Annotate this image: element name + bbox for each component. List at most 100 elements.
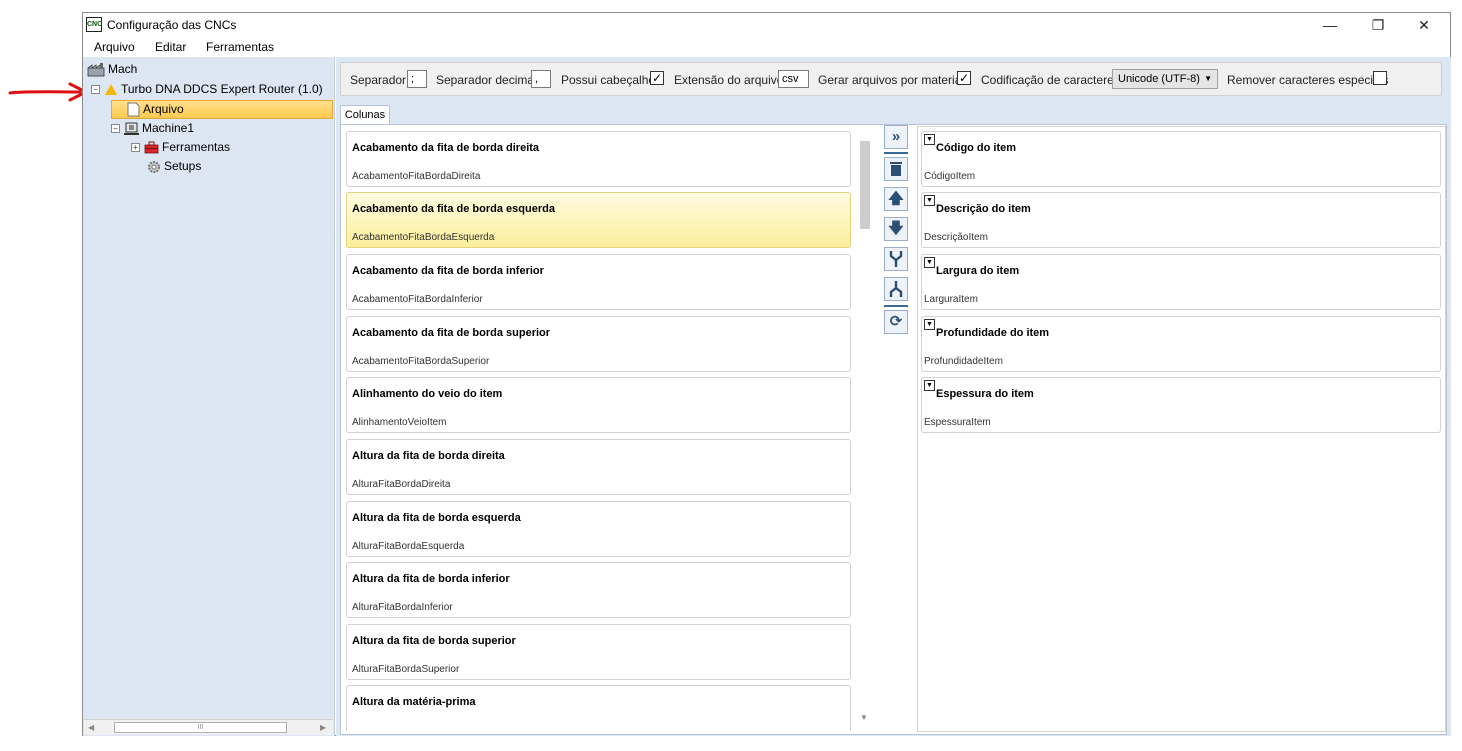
separador-input[interactable]: ; <box>407 70 427 88</box>
codificacao-select[interactable]: Unicode (UTF-8) ▼ <box>1112 69 1218 89</box>
list-item[interactable]: Acabamento da fita de borda esquerda Aca… <box>346 192 851 248</box>
vertical-scrollbar[interactable]: ▼ <box>857 131 873 727</box>
chevron-down-icon[interactable]: ▼ <box>924 195 935 206</box>
scroll-left-icon[interactable]: ◀ <box>88 723 94 732</box>
menu-editar[interactable]: Editar <box>155 40 186 54</box>
scroll-down-icon[interactable]: ▼ <box>860 713 868 722</box>
list-item[interactable]: Altura da fita de borda direita AlturaFi… <box>346 439 851 495</box>
delete-button[interactable] <box>884 157 908 181</box>
separador-decimal-input[interactable]: , <box>531 70 551 88</box>
chevron-down-icon[interactable]: ▼ <box>924 319 935 330</box>
column-title: Altura da fita de borda superior <box>352 635 516 647</box>
scroll-thumb[interactable] <box>860 141 870 229</box>
chevron-down-icon[interactable]: ▼ <box>924 380 935 391</box>
tree-label: Turbo DNA DDCS Expert Router (1.0) <box>121 82 323 96</box>
close-button[interactable]: ✕ <box>1401 13 1447 37</box>
extensao-input[interactable]: csv <box>778 70 809 88</box>
horizontal-scrollbar[interactable]: ◀ III ▶ <box>84 719 333 735</box>
column-field: ProfundidadeItem <box>924 356 1003 367</box>
settings-toolbar: Separador ; Separador decimal , Possui c… <box>340 62 1442 96</box>
tree-item-setups[interactable]: Setups <box>147 157 201 176</box>
split-button[interactable] <box>884 277 908 301</box>
move-up-button[interactable]: 🡅 <box>884 187 908 211</box>
column-field: AlturaFitaBordaInferior <box>352 602 453 613</box>
column-title: Largura do item <box>936 265 1020 277</box>
gear-icon <box>148 160 160 173</box>
column-actions: » 🡅 🡇 ⟳ <box>884 125 912 345</box>
column-field: AcabamentoFitaBordaDireita <box>352 171 481 182</box>
collapse-icon[interactable]: − <box>91 85 100 95</box>
window-title: Configuração das CNCs <box>107 18 237 32</box>
collapse-icon[interactable]: − <box>111 124 120 134</box>
column-field: AlturaFitaBordaEsquerda <box>352 541 465 552</box>
machine-icon <box>124 122 139 135</box>
list-item[interactable]: ▼ Espessura do item EspessuraItem <box>921 377 1441 433</box>
column-field: AlturaFitaBordaDireita <box>352 479 451 490</box>
list-item[interactable]: ▼ Descrição do item DescriçãoItem <box>921 192 1441 248</box>
tree-item-arquivo[interactable]: Arquivo <box>127 100 184 119</box>
remover-checkbox[interactable] <box>1373 71 1387 85</box>
column-title: Altura da matéria-prima <box>352 696 476 708</box>
column-field: AlinhamentoVeioItem <box>352 417 447 428</box>
column-title: Acabamento da fita de borda inferior <box>352 265 544 277</box>
list-item[interactable]: Altura da fita de borda superior AlturaF… <box>346 624 851 680</box>
list-item[interactable]: Acabamento da fita de borda direita Acab… <box>346 131 851 187</box>
chevron-down-icon[interactable]: ▼ <box>924 134 935 145</box>
refresh-button[interactable]: ⟳ <box>884 310 908 334</box>
title-bar: CNC Configuração das CNCs — ❐ ✕ <box>83 13 1450 37</box>
remover-label: Remover caracteres especiais <box>1227 73 1389 87</box>
maximize-button[interactable]: ❐ <box>1355 13 1401 37</box>
list-item[interactable]: Alinhamento do veio do item AlinhamentoV… <box>346 377 851 433</box>
scroll-thumb[interactable]: III <box>114 722 287 733</box>
column-title: Acabamento da fita de borda esquerda <box>352 203 555 215</box>
column-field: EspessuraItem <box>924 417 991 428</box>
column-field: DescriçãoItem <box>924 232 988 243</box>
column-field: LarguraItem <box>924 294 978 305</box>
list-item[interactable]: Acabamento da fita de borda superior Aca… <box>346 316 851 372</box>
minimize-button[interactable]: — <box>1307 13 1353 37</box>
list-item[interactable]: Altura da fita de borda esquerda AlturaF… <box>346 501 851 557</box>
columns-panel: Acabamento da fita de borda direita Acab… <box>340 124 1447 735</box>
column-title: Altura da fita de borda direita <box>352 450 505 462</box>
column-field: CódigoItem <box>924 171 976 182</box>
selected-columns-list: ▼ Código do item CódigoItem ▼ Descrição … <box>917 126 1446 732</box>
list-item[interactable]: Altura da matéria-prima <box>346 685 851 731</box>
column-title: Altura da fita de borda inferior <box>352 573 510 585</box>
column-title: Alinhamento do veio do item <box>352 388 503 400</box>
merge-button[interactable] <box>884 247 908 271</box>
list-item[interactable]: Altura da fita de borda inferior AlturaF… <box>346 562 851 618</box>
add-all-button[interactable]: » <box>884 125 908 149</box>
tree-label: Setups <box>164 159 202 173</box>
column-title: Acabamento da fita de borda direita <box>352 142 540 154</box>
column-title: Espessura do item <box>936 388 1034 400</box>
tab-colunas[interactable]: Colunas <box>340 105 390 124</box>
gerar-arquivos-checkbox[interactable]: ✓ <box>957 71 971 85</box>
tree-item-ferramentas[interactable]: + Ferramentas <box>131 138 230 157</box>
document-icon <box>127 102 140 117</box>
expand-icon[interactable]: + <box>131 143 140 153</box>
column-title: Descrição do item <box>936 203 1031 215</box>
available-columns-list: Acabamento da fita de borda direita Acab… <box>346 131 874 731</box>
list-item[interactable]: ▼ Código do item CódigoItem <box>921 131 1441 187</box>
move-down-button[interactable]: 🡇 <box>884 217 908 241</box>
list-item[interactable]: ▼ Largura do item LarguraItem <box>921 254 1441 310</box>
main-panel: Separador ; Separador decimal , Possui c… <box>336 57 1451 736</box>
possui-cabecalho-checkbox[interactable]: ✓ <box>650 71 664 85</box>
tree-item-mach[interactable]: Mach <box>87 60 137 79</box>
chevron-down-icon[interactable]: ▼ <box>924 257 935 268</box>
merge-icon <box>889 251 903 267</box>
tree-item-machine1[interactable]: − Machine1 <box>111 119 194 138</box>
menu-ferramentas[interactable]: Ferramentas <box>206 40 274 54</box>
column-title: Profundidade do item <box>936 327 1050 339</box>
add-all-icon: » <box>891 128 901 145</box>
column-title: Altura da fita de borda esquerda <box>352 512 521 524</box>
menu-arquivo[interactable]: Arquivo <box>94 40 135 54</box>
list-item[interactable]: ▼ Profundidade do item ProfundidadeItem <box>921 316 1441 372</box>
separador-decimal-label: Separador decimal <box>436 73 537 87</box>
warning-icon <box>105 84 117 96</box>
separador-label: Separador <box>350 73 407 87</box>
separator <box>884 152 908 154</box>
tree-item-machine-config[interactable]: − Turbo DNA DDCS Expert Router (1.0) <box>91 80 323 99</box>
scroll-right-icon[interactable]: ▶ <box>320 723 326 732</box>
list-item[interactable]: Acabamento da fita de borda inferior Aca… <box>346 254 851 310</box>
